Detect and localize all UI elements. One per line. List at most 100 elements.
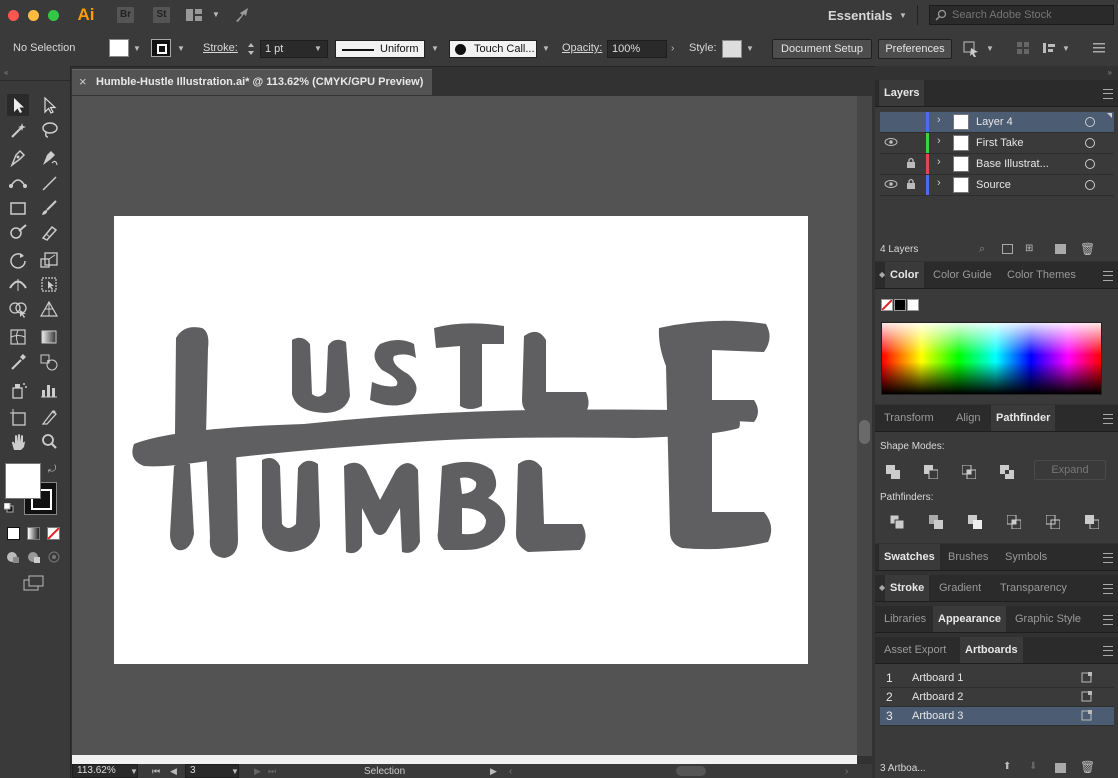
tab-align[interactable]: Align — [951, 405, 985, 431]
bridge-button[interactable]: Br — [117, 7, 134, 23]
layer-target-icon[interactable] — [1085, 159, 1095, 169]
draw-inside-icon[interactable] — [47, 550, 61, 564]
document-setup-button[interactable]: Document Setup — [772, 39, 872, 59]
tab-color[interactable]: Color — [885, 262, 924, 288]
tab-layers[interactable]: Layers — [879, 80, 925, 106]
color-panel-menu-icon[interactable] — [1103, 271, 1113, 281]
none-mode-button[interactable] — [47, 527, 60, 540]
appearance-panel-menu-icon[interactable] — [1103, 615, 1113, 625]
zoom-level-field[interactable]: 113.62% — [72, 764, 138, 778]
stroke-profile-dropdown-icon[interactable]: ▼ — [431, 44, 439, 53]
visibility-toggle[interactable] — [884, 115, 898, 127]
workspace-dropdown-icon[interactable]: ▼ — [899, 11, 907, 20]
curvature-tool-icon[interactable] — [38, 147, 60, 169]
lock-toggle[interactable] — [905, 115, 917, 127]
pen-tool-icon[interactable] — [7, 147, 29, 169]
rectangle-tool-icon[interactable] — [7, 197, 29, 219]
expand-layer-icon[interactable]: › — [937, 156, 941, 168]
visibility-toggle[interactable] — [884, 178, 898, 190]
hand-tool-icon[interactable] — [7, 431, 29, 453]
stroke-swatch-dropdown-icon[interactable]: ▼ — [177, 44, 185, 53]
style-dropdown-icon[interactable]: ▼ — [746, 44, 754, 53]
fill-dropdown-icon[interactable]: ▼ — [133, 44, 141, 53]
draw-behind-icon[interactable] — [27, 550, 41, 564]
brush-dropdown-icon[interactable]: ▼ — [542, 44, 550, 53]
shaper-tool-icon[interactable] — [7, 221, 29, 243]
draw-normal-icon[interactable] — [6, 550, 20, 564]
gpu-performance-icon[interactable] — [234, 6, 254, 24]
artboard-navigation-dropdown-icon[interactable]: ▼ — [231, 767, 239, 776]
select-similar-objects-icon[interactable] — [962, 40, 980, 58]
black-swatch[interactable] — [894, 299, 906, 311]
last-artboard-icon[interactable]: ⏭ — [268, 766, 276, 777]
none-swatch[interactable] — [881, 299, 893, 311]
artboard[interactable] — [114, 216, 808, 664]
artboard-options-icon[interactable] — [1081, 710, 1093, 721]
locate-object-icon[interactable]: ⌕ — [979, 243, 985, 256]
screen-mode-icon[interactable] — [23, 575, 45, 591]
document-tab[interactable]: × Humble-Hustle Illustration.ai* @ 113.6… — [72, 69, 432, 95]
selection-tool-icon[interactable] — [7, 94, 29, 116]
tab-brushes[interactable]: Brushes — [943, 544, 993, 570]
tab-stroke[interactable]: Stroke — [885, 575, 930, 601]
stock-button[interactable]: St — [153, 7, 170, 23]
collapse-tools-icon[interactable]: « — [4, 68, 8, 77]
tab-symbols[interactable]: Symbols — [1000, 544, 1052, 570]
create-sublayer-icon[interactable]: ⊞ — [1025, 243, 1033, 254]
minimize-window-button[interactable] — [28, 10, 39, 21]
opacity-slider-arrow-icon[interactable]: › — [671, 43, 674, 54]
stroke-panel-menu-icon[interactable] — [1103, 584, 1113, 594]
stock-search-input[interactable] — [952, 7, 1107, 23]
layer-target-icon[interactable] — [1085, 180, 1095, 190]
perspective-grid-tool-icon[interactable] — [38, 298, 60, 320]
scroll-left-icon[interactable]: ‹ — [509, 766, 512, 777]
expand-layer-icon[interactable]: › — [937, 135, 941, 147]
artboards-panel-menu-icon[interactable] — [1103, 646, 1113, 656]
tab-transparency[interactable]: Transparency — [995, 575, 1072, 601]
move-up-icon[interactable]: ⬆ — [1003, 761, 1011, 772]
tab-graphic-styles[interactable]: Graphic Style — [1010, 606, 1086, 632]
zoom-window-button[interactable] — [48, 10, 59, 21]
align-objects-icon[interactable] — [1016, 41, 1030, 55]
transform-dropdown-icon[interactable]: ▼ — [1062, 44, 1070, 53]
close-window-button[interactable] — [8, 10, 19, 21]
status-menu-arrow-icon[interactable]: ▶ — [490, 766, 497, 777]
magic-wand-tool-icon[interactable] — [7, 119, 29, 141]
tab-artboards[interactable]: Artboards — [960, 637, 1023, 663]
tab-transform[interactable]: Transform — [879, 405, 939, 431]
crop-icon[interactable] — [1006, 514, 1022, 530]
vertical-scroll-thumb[interactable] — [859, 420, 870, 444]
rotate-tool-icon[interactable] — [7, 249, 29, 271]
layers-panel-menu-icon[interactable] — [1103, 89, 1113, 99]
tab-color-guide[interactable]: Color Guide — [928, 262, 997, 288]
create-new-layer-icon[interactable] — [1055, 244, 1066, 254]
hustle-humble-artwork[interactable] — [114, 216, 808, 664]
layer-row[interactable]: › Source — [880, 175, 1114, 196]
collapse-panels-icon[interactable]: » — [1108, 68, 1112, 77]
gradient-mode-button[interactable] — [27, 527, 40, 540]
opacity-field[interactable]: 100% — [607, 40, 667, 58]
paintbrush-tool-icon[interactable] — [38, 197, 60, 219]
artboard-options-icon[interactable] — [1081, 691, 1093, 702]
expand-layer-icon[interactable]: › — [937, 177, 941, 189]
preferences-button[interactable]: Preferences — [878, 39, 952, 59]
curvature-alt-tool-icon[interactable] — [7, 172, 29, 194]
stock-search-field[interactable] — [929, 5, 1114, 25]
gradient-tool-icon[interactable] — [38, 326, 60, 348]
pathfinder-panel-menu-icon[interactable] — [1103, 414, 1113, 424]
stroke-stepper-icon[interactable] — [246, 40, 256, 58]
layer-row[interactable]: › First Take — [880, 133, 1114, 154]
canvas-vertical-scrollbar[interactable] — [857, 96, 872, 756]
trim-icon[interactable] — [929, 515, 943, 529]
eraser-tool-icon[interactable] — [38, 221, 60, 243]
artboard-tool-icon[interactable] — [7, 406, 29, 428]
intersect-icon[interactable] — [961, 464, 977, 480]
fill-swatch[interactable] — [109, 39, 129, 57]
column-graph-tool-icon[interactable] — [38, 379, 60, 401]
lock-toggle[interactable] — [905, 178, 917, 190]
tab-pathfinder[interactable]: Pathfinder — [991, 405, 1056, 431]
swap-fill-stroke-icon[interactable]: ⤾ — [48, 464, 56, 475]
new-artboard-icon[interactable] — [1055, 763, 1066, 773]
scale-tool-icon[interactable] — [38, 249, 60, 271]
mesh-tool-icon[interactable] — [7, 326, 29, 348]
